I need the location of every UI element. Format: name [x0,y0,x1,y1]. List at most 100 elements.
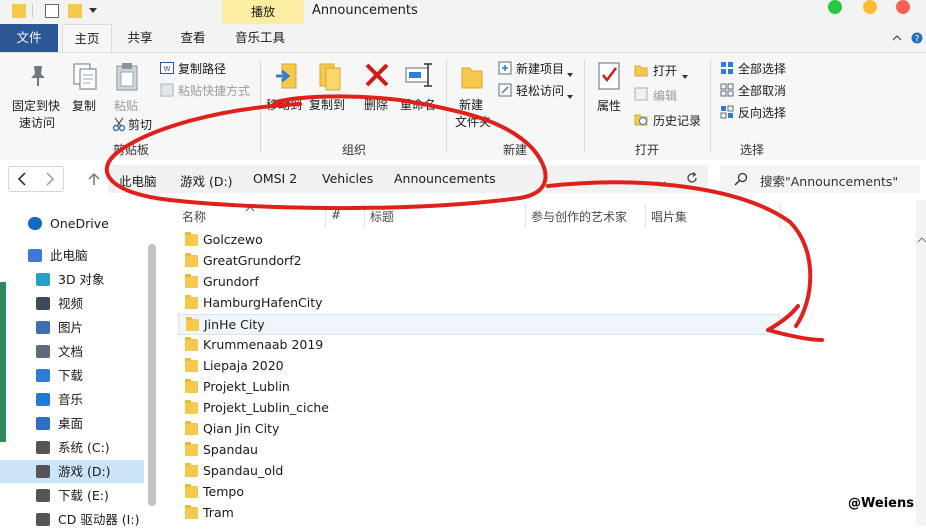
new-folder-button[interactable]: 新建 [459,96,483,113]
close-button[interactable] [896,0,910,14]
column-header-title[interactable]: 标题 [370,208,394,225]
file-row[interactable]: Tram [178,503,780,524]
file-name: Projekt_Lublin_ciche [203,400,329,415]
context-tab-play[interactable]: 播放 [222,0,304,24]
folder-icon [185,358,198,372]
nav-item[interactable]: 3D 对象 [0,268,144,291]
column-header-name[interactable]: 名称 [182,208,206,225]
back-button[interactable] [17,172,27,189]
pin-quick-access-button[interactable]: 固定到快 [12,97,60,114]
file-row[interactable]: Qian Jin City [178,419,780,440]
nav-item[interactable]: 音乐 [0,388,144,411]
file-row[interactable]: Spandau [178,440,780,461]
breadcrumb-announcements[interactable]: Announcements [394,171,496,186]
tab-music-tools[interactable]: 音乐工具 [226,24,294,52]
refresh-icon[interactable] [686,172,698,187]
breadcrumb-omsi2[interactable]: OMSI 2 [253,171,297,186]
folder-icon [185,379,198,393]
nav-item[interactable]: 系统 (C:) [0,436,144,459]
forward-button[interactable] [45,172,55,189]
file-row[interactable]: Liepaja 2020 [178,356,780,377]
nav-item[interactable]: 视频 [0,292,144,315]
picture-icon [36,321,50,334]
nav-item[interactable]: OneDrive [0,212,144,235]
file-row[interactable]: Krummenaab 2019 [178,335,780,356]
file-row[interactable]: Projekt_Lublin_ciche [178,398,780,419]
nav-item-label: 下载 [58,368,84,383]
tab-home[interactable]: 主页 [62,24,112,52]
column-header-album[interactable]: 唱片集 [651,208,687,225]
file-row[interactable]: JinHe City [178,314,780,335]
rename-button[interactable]: 重命名 [400,96,436,113]
easy-access-button[interactable]: 轻松访问 [516,82,564,99]
history-icon [634,112,648,129]
copy-path-button[interactable]: 复制路径 [178,60,226,77]
folder-icon [185,295,198,309]
copy-to-button[interactable]: 复制到 [309,96,345,113]
tab-file[interactable]: 文件 [0,24,58,52]
select-all-button[interactable]: 全部选择 [738,60,786,77]
breadcrumb-vehicles[interactable]: Vehicles [322,171,373,186]
nav-item[interactable]: 桌面 [0,412,144,435]
file-row[interactable]: Projekt_Lublin [178,377,780,398]
breadcrumb-this-pc[interactable]: 此电脑 [119,171,157,190]
nav-item[interactable]: 游戏 (D:) [0,460,144,483]
folder-icon [185,253,198,267]
properties-button[interactable]: 属性 [597,97,621,114]
nav-item[interactable]: 下载 (E:) [0,484,144,507]
up-button[interactable] [88,172,100,189]
maximize-button[interactable] [828,0,842,14]
file-name: Golczewo [203,232,263,247]
select-none-button[interactable]: 全部取消 [738,82,786,99]
select-none-icon [720,83,734,100]
nav-item[interactable]: CD 驱动器 (I:) [0,508,144,531]
ribbon-tabs: 文件 主页 共享 查看 音乐工具 ? [0,24,926,52]
new-folder-quick-icon[interactable] [68,4,82,18]
edit-button[interactable]: 编辑 [653,87,677,104]
nav-item[interactable]: 此电脑 [0,244,144,267]
folder-icon [185,505,198,519]
column-header-number[interactable]: # [331,208,341,222]
copy-button[interactable]: 复制 [72,97,96,114]
properties-quick-icon[interactable] [45,4,59,18]
delete-button[interactable]: 删除 [364,96,388,113]
cut-button[interactable]: 剪切 [128,116,152,133]
nav-item[interactable]: 图片 [0,316,144,339]
file-row[interactable]: GreatGrundorf2 [178,251,780,272]
move-to-button[interactable]: 移动到 [266,96,302,113]
file-row[interactable]: Grundorf [178,272,780,293]
pin-icon [26,64,50,91]
history-button[interactable]: 历史记录 [653,112,701,129]
nav-item-label: 图片 [58,320,84,335]
folder-icon [185,484,198,498]
column-header-artists[interactable]: 参与创作的艺术家 [531,208,627,225]
folder-icon [185,274,198,288]
paste-shortcut-button[interactable]: 粘贴快捷方式 [178,82,250,99]
file-row[interactable]: HamburgHafenCity [178,293,780,314]
file-row[interactable]: Spandau_old [178,461,780,482]
divider [710,60,711,152]
nav-item-label: 游戏 (D:) [58,464,111,479]
paste-button[interactable]: 粘贴 [114,97,138,114]
minimize-button[interactable] [863,0,877,14]
new-item-button[interactable]: 新建项目 [516,60,564,77]
open-button[interactable]: 打开 [653,62,677,79]
tab-view[interactable]: 查看 [172,24,214,52]
nav-scrollbar[interactable] [148,244,156,506]
file-list-scrollbar[interactable] [916,200,926,526]
history-dropdown-icon[interactable] [656,176,666,190]
help-icon[interactable]: ? [910,24,924,52]
tab-share[interactable]: 共享 [120,24,160,52]
file-row[interactable]: Golczewo [178,230,780,251]
collapse-ribbon-icon[interactable] [890,24,904,52]
customize-toolbar-icon[interactable] [88,4,102,18]
breadcrumb-drive-d[interactable]: 游戏 (D:) [180,171,233,190]
svg-text:?: ? [915,35,920,45]
nav-item-label: 3D 对象 [58,272,105,287]
nav-item[interactable]: 文档 [0,340,144,363]
nav-item-label: CD 驱动器 (I:) [58,512,140,527]
file-row[interactable]: Tempo [178,482,780,503]
cloud-icon [28,217,42,230]
nav-item[interactable]: 下载 [0,364,144,387]
invert-selection-button[interactable]: 反向选择 [738,104,786,121]
